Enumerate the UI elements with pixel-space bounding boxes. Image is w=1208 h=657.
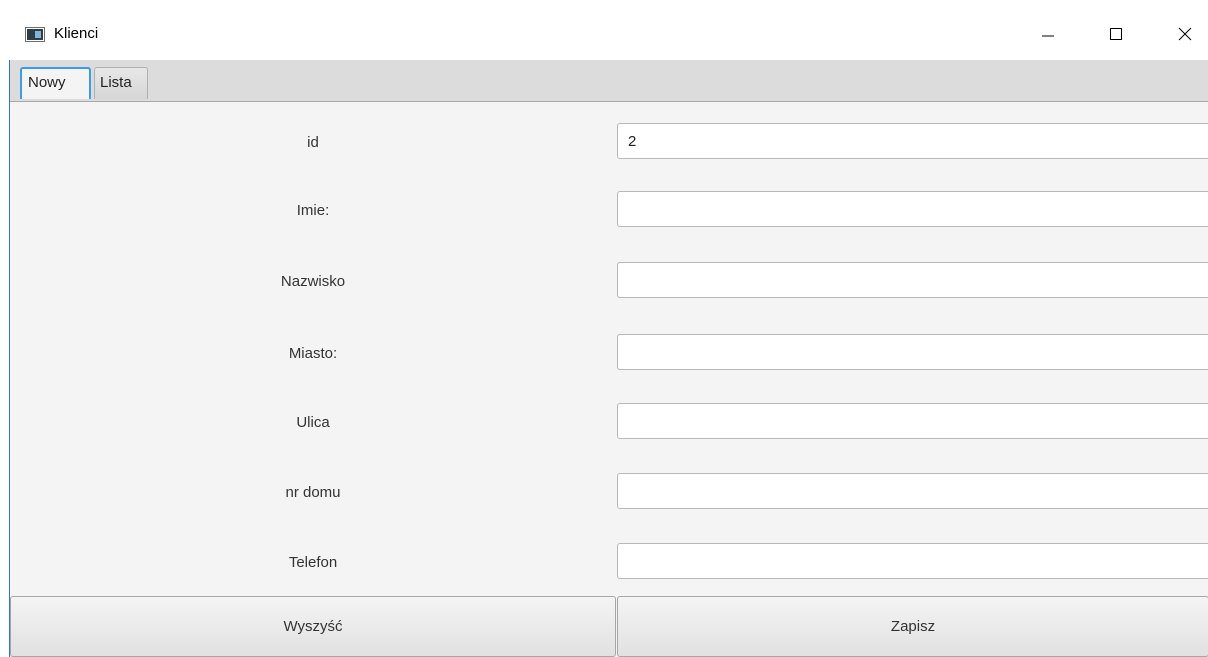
tab-nowy[interactable]: Nowy bbox=[20, 67, 91, 99]
miasto-field[interactable] bbox=[617, 334, 1208, 370]
telefon-label: Telefon bbox=[288, 554, 338, 571]
form-row-id: id bbox=[10, 123, 1208, 163]
miasto-label: Miasto: bbox=[288, 345, 338, 362]
close-button[interactable] bbox=[1162, 14, 1208, 54]
nazwisko-field[interactable] bbox=[617, 262, 1208, 298]
minimize-button[interactable] bbox=[1025, 14, 1071, 54]
clear-button[interactable]: Wyszyść bbox=[10, 596, 616, 657]
save-button[interactable]: Zapisz bbox=[617, 596, 1208, 657]
title-bar: Klienci bbox=[0, 0, 1208, 60]
ulica-label: Ulica bbox=[296, 414, 330, 431]
form-row-nr-domu: nr domu bbox=[10, 473, 1208, 513]
imie-field[interactable] bbox=[617, 191, 1208, 227]
maximize-button[interactable] bbox=[1093, 14, 1139, 54]
telefon-field[interactable] bbox=[617, 543, 1208, 579]
tab-header: Nowy Lista bbox=[10, 60, 1208, 102]
form-row-miasto: Miasto: bbox=[10, 334, 1208, 374]
ulica-field[interactable] bbox=[617, 403, 1208, 439]
close-icon bbox=[1178, 27, 1192, 41]
nazwisko-label: Nazwisko bbox=[280, 273, 346, 290]
maximize-icon bbox=[1110, 28, 1122, 40]
window-title: Klienci bbox=[54, 25, 99, 42]
form-row-ulica: Ulica bbox=[10, 403, 1208, 443]
id-field[interactable] bbox=[617, 123, 1208, 159]
minimize-icon bbox=[1042, 35, 1054, 37]
form-row-imie: Imie: bbox=[10, 191, 1208, 231]
nr-domu-field[interactable] bbox=[617, 473, 1208, 509]
app-window-icon bbox=[25, 27, 45, 42]
form-row-telefon: Telefon bbox=[10, 543, 1208, 583]
id-label: id bbox=[307, 134, 319, 151]
tab-content-nowy: id Imie: Nazwisko Miasto: Ulica nr domu … bbox=[10, 102, 1208, 657]
tab-lista[interactable]: Lista bbox=[94, 67, 148, 99]
form-row-nazwisko: Nazwisko bbox=[10, 262, 1208, 302]
nr-domu-label: nr domu bbox=[285, 484, 341, 501]
imie-label: Imie: bbox=[296, 202, 330, 219]
